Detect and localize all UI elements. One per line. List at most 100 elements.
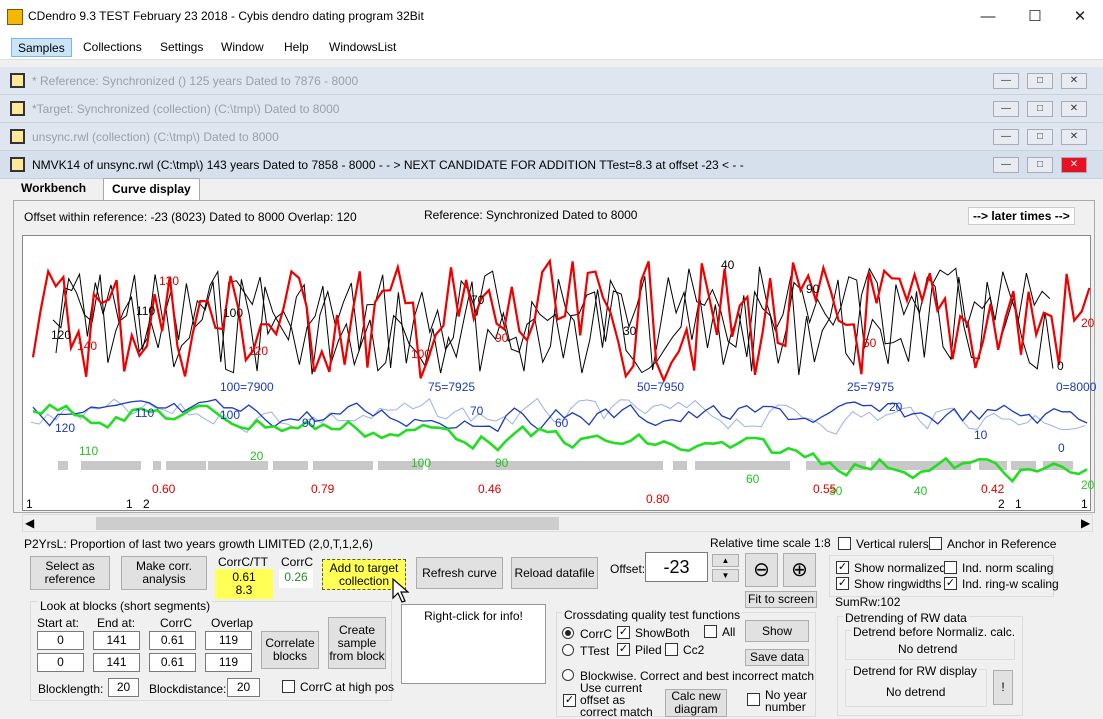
no-year-checkbox[interactable] — [747, 693, 760, 706]
ttest-radio[interactable] — [562, 644, 574, 656]
detrending-title: Detrending of RW data — [843, 611, 969, 625]
corrc-header: CorrC — [160, 616, 192, 630]
corrc-high-label: CorrC at high pos — [300, 680, 395, 694]
close-icon[interactable]: ✕ — [1057, 0, 1103, 34]
maximize-icon[interactable]: □ — [1027, 157, 1053, 173]
maximize-icon[interactable]: □ — [1027, 129, 1053, 145]
axis-label: 2 — [998, 497, 1005, 511]
end-input[interactable]: 141 — [93, 631, 140, 650]
curve-label: 100 — [223, 306, 244, 320]
zoom-out-icon[interactable]: ⊖ — [745, 553, 778, 587]
curve-plot[interactable]: 130 110 100 120 140 120 100 70 90 30 40 … — [22, 235, 1096, 511]
curve-label: 60 — [555, 416, 569, 430]
menu-collections[interactable]: Collections — [77, 38, 148, 57]
curve-label: 120 — [248, 344, 269, 358]
start-input[interactable]: 0 — [37, 631, 84, 650]
make-corr-analysis-button[interactable]: Make corr. analysis — [121, 556, 207, 590]
show-ringwidths-checkbox[interactable]: ✓ — [836, 577, 849, 590]
menu-windowslist[interactable]: WindowsList — [323, 38, 402, 57]
showboth-checkbox[interactable]: ✓ — [617, 626, 630, 639]
block-segment — [695, 461, 790, 470]
maximize-icon[interactable]: □ — [1027, 73, 1053, 89]
offset-up-icon[interactable]: ▲ — [712, 554, 739, 567]
axis-label: 2 — [143, 497, 150, 511]
menu-window[interactable]: Window — [215, 38, 270, 57]
overlap-field: 119 — [205, 653, 252, 672]
later-times-button[interactable]: --> later times --> — [968, 207, 1075, 225]
year-label: 0=8000 — [1056, 380, 1097, 394]
anchor-checkbox[interactable] — [929, 537, 942, 550]
reload-datafile-button[interactable]: Reload datafile — [511, 557, 598, 589]
close-icon[interactable]: ✕ — [1061, 157, 1087, 173]
maximize-icon[interactable]: ☐ — [1012, 0, 1058, 34]
menu-settings[interactable]: Settings — [154, 38, 209, 57]
scroll-left-icon[interactable]: ◀ — [25, 516, 34, 530]
end-input[interactable]: 141 — [93, 653, 140, 672]
tab-curve-display[interactable]: Curve display — [103, 178, 200, 200]
info-box[interactable]: Right-click for info! — [401, 604, 546, 684]
ind-norm-checkbox[interactable] — [944, 561, 957, 574]
axis-label: 1 — [26, 497, 33, 511]
show-normalized-checkbox[interactable]: ✓ — [836, 561, 849, 574]
scroll-thumb[interactable] — [96, 517, 559, 530]
scroll-right-icon[interactable]: ▶ — [1081, 516, 1090, 530]
minimize-icon[interactable]: — — [965, 0, 1011, 34]
mdi-active-window[interactable]: NMVK14 of unsync.rwl (C:\tmp\) 143 years… — [0, 151, 1103, 179]
create-sample-button[interactable]: Create sample from block — [328, 617, 386, 669]
corr-label: 0.80 — [646, 492, 670, 506]
block-segment — [313, 461, 353, 470]
mdi-target-window[interactable]: *Target: Synchronized (collection) (C:\t… — [0, 95, 1103, 123]
menu-samples[interactable]: Samples — [11, 38, 72, 57]
cc2-checkbox[interactable] — [665, 643, 678, 656]
close-icon[interactable]: ✕ — [1061, 129, 1087, 145]
use-current-checkbox[interactable]: ✓ — [563, 694, 576, 707]
minimize-icon[interactable]: — — [993, 73, 1019, 89]
ind-ring-label: Ind. ring-w scaling — [962, 577, 1059, 591]
mdi-unsync-window[interactable]: unsync.rwl (collection) (C:\tmp\) Dated … — [0, 123, 1103, 151]
overlap-field: 119 — [205, 631, 252, 650]
refresh-curve-button[interactable]: Refresh curve — [416, 557, 503, 589]
select-reference-button[interactable]: Select as reference — [30, 556, 110, 590]
curve-label: 100 — [220, 408, 241, 422]
offset-down-icon[interactable]: ▼ — [712, 569, 739, 582]
window-icon — [10, 101, 25, 116]
corrc-high-checkbox[interactable] — [282, 680, 295, 693]
start-input[interactable]: 0 — [37, 653, 84, 672]
all-checkbox[interactable] — [704, 625, 717, 638]
window-icon — [10, 129, 25, 144]
detrend-info-button[interactable]: ! — [993, 670, 1013, 705]
corrc-radio[interactable] — [562, 627, 574, 639]
zoom-in-icon[interactable]: ⊕ — [783, 553, 816, 587]
menu-bar: Samples Collections Settings Window Help… — [0, 34, 1103, 90]
show-button[interactable]: Show — [745, 620, 809, 642]
minimize-icon[interactable]: — — [993, 101, 1019, 117]
minimize-icon[interactable]: — — [993, 157, 1019, 173]
end-header: End at: — [97, 616, 136, 630]
fit-to-screen-button[interactable]: Fit to screen — [745, 591, 817, 608]
mdi-reference-window[interactable]: * Reference: Synchronized () 125 years D… — [0, 67, 1103, 95]
blockwise-radio[interactable] — [562, 669, 574, 681]
calc-new-diagram-button[interactable]: Calc new diagram — [665, 689, 727, 717]
horizontal-scrollbar[interactable]: ◀ ▶ — [22, 514, 1093, 532]
block-segment — [81, 461, 141, 470]
tab-workbench[interactable]: Workbench — [13, 178, 94, 200]
blocklength-input[interactable]: 20 — [108, 678, 139, 697]
close-icon[interactable]: ✕ — [1061, 101, 1087, 117]
save-data-button[interactable]: Save data — [745, 649, 809, 666]
minimize-icon[interactable]: — — [993, 129, 1019, 145]
blockdistance-input[interactable]: 20 — [227, 678, 260, 697]
maximize-icon[interactable]: □ — [1027, 101, 1053, 117]
correlate-blocks-button[interactable]: Correlate blocks — [261, 631, 319, 669]
piled-checkbox[interactable]: ✓ — [617, 643, 630, 656]
app-icon — [7, 9, 23, 25]
ttest-label: TTest — [580, 644, 610, 658]
block-segment — [166, 461, 206, 470]
curve-label: 0 — [1058, 441, 1065, 455]
offset-input[interactable]: -23 — [645, 552, 708, 582]
curve-label: 70 — [471, 293, 485, 307]
vertical-rulers-checkbox[interactable] — [838, 537, 851, 550]
close-icon[interactable]: ✕ — [1061, 73, 1087, 89]
curve-label: 60 — [746, 472, 760, 486]
menu-help[interactable]: Help — [278, 38, 315, 57]
ind-ring-checkbox[interactable]: ✓ — [944, 577, 957, 590]
